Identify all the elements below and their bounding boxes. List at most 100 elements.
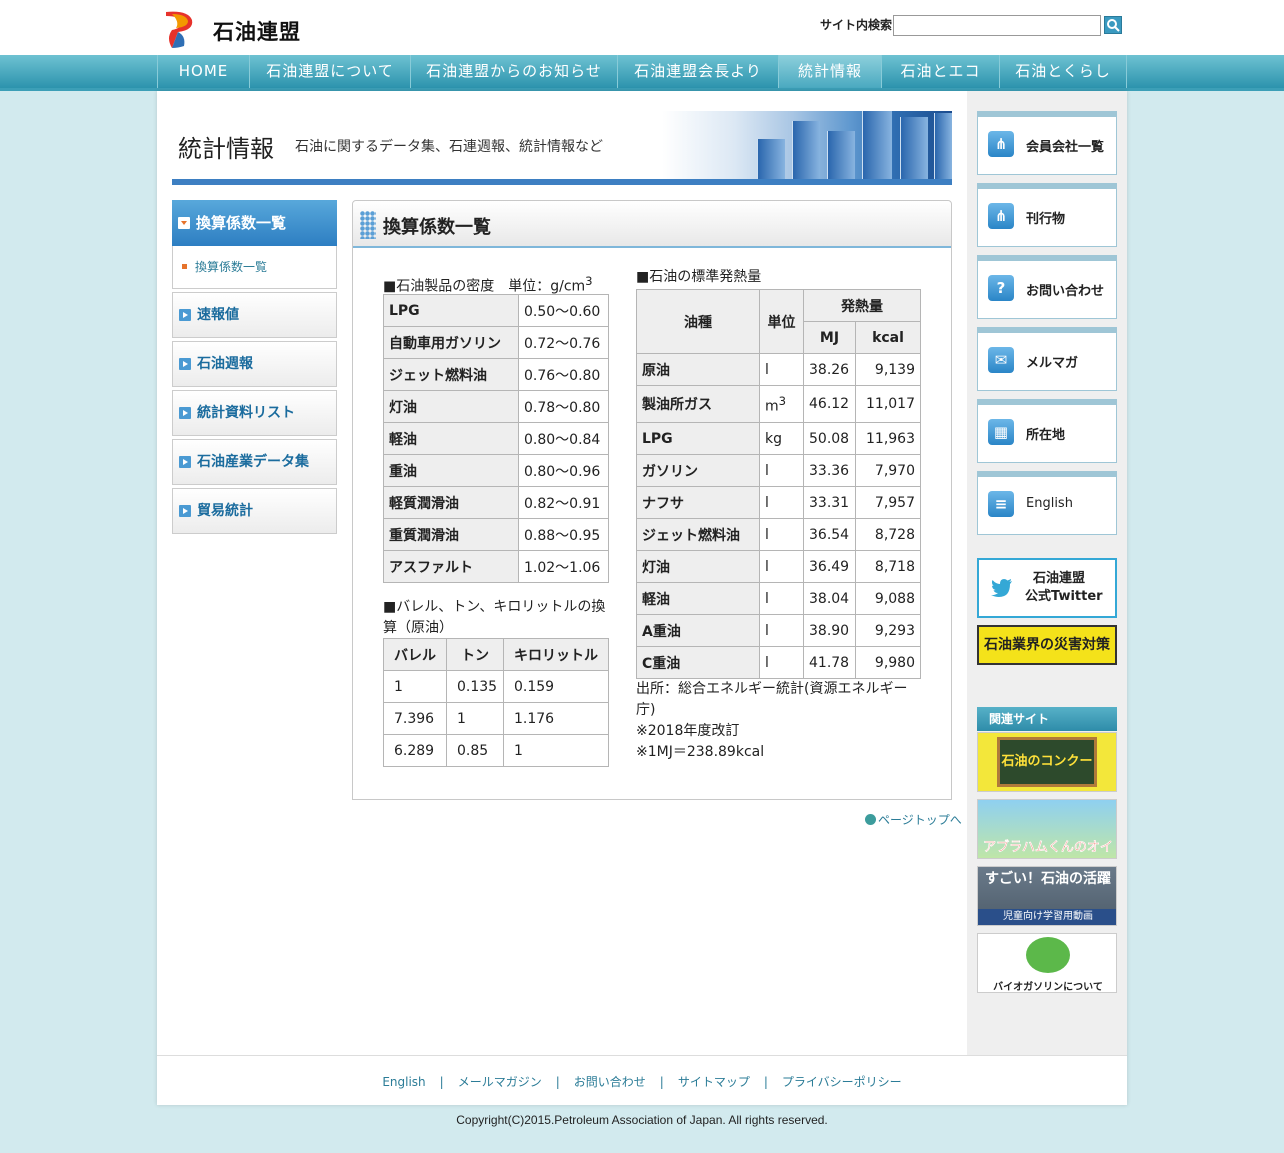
arrow-right-icon (179, 358, 191, 370)
table-cell: l (759, 486, 804, 519)
table-cell: 1 (383, 670, 447, 703)
table-cell: l (759, 614, 804, 647)
table-cell: 11,963 (855, 422, 921, 455)
lnav-item-weekly[interactable]: 石油週報 (172, 341, 337, 387)
footer-link-privacy[interactable]: プライバシーポリシー (782, 1075, 902, 1089)
rbox-location[interactable]: ▦ 所在地 (977, 399, 1117, 463)
table-cell: 軽油 (383, 422, 519, 455)
table-cell: 灯油 (636, 550, 760, 583)
gnav-news[interactable]: 石油連盟からのお知らせ (411, 55, 618, 88)
arrow-right-icon (179, 407, 191, 419)
table-header: 発熱量 (803, 289, 921, 322)
lnav-item-list[interactable]: 統計資料リスト (172, 390, 337, 436)
table-cell: 33.31 (803, 486, 856, 519)
share-icon: ⋔ (988, 131, 1014, 157)
related-video-banner[interactable]: すごい！石油の活躍 児童向け学習用動画 (977, 866, 1117, 926)
table-cell: 7.396 (383, 702, 447, 735)
related-biogasoline-banner[interactable]: バイオガソリンについて (977, 933, 1117, 993)
table-cell: l (759, 550, 804, 583)
table-cell: C重油 (636, 646, 760, 679)
gnav-life[interactable]: 石油とくらし (1000, 55, 1127, 88)
gnav-statistics[interactable]: 統計情報 (779, 55, 882, 88)
twitter-banner[interactable]: 石油連盟 公式Twitter (977, 558, 1117, 618)
footer-link-contact[interactable]: お問い合わせ (574, 1075, 646, 1089)
lnav-item-flash[interactable]: 速報値 (172, 292, 337, 338)
related-contest-banner[interactable]: 石油のコンクール (977, 732, 1117, 792)
table-header: MJ (803, 321, 856, 354)
table-header: 油種 (636, 289, 760, 354)
table-header: バレル (383, 638, 447, 671)
search-input[interactable] (893, 15, 1101, 36)
table-header: キロリットル (503, 638, 609, 671)
disaster-banner[interactable]: 石油業界の災害対策 (977, 625, 1117, 665)
gnav-home[interactable]: HOME (158, 55, 250, 88)
footer-link-mailmag[interactable]: メールマガジン (458, 1075, 542, 1089)
barrel-caption: ■バレル、トン、キロリットルの換算（原油） (383, 599, 606, 636)
biogasoline-label: バイオガソリンについて (993, 982, 1103, 993)
related-oilworld-banner[interactable]: アブラハムくんのオイルワールド (977, 799, 1117, 859)
table-cell: 6.289 (383, 734, 447, 767)
table-cell: 自動車用ガソリン (383, 326, 519, 359)
lnav-current[interactable]: 換算係数一覧 (172, 200, 337, 246)
note-revision: ※2018年度改訂 (636, 723, 740, 739)
density-table: LPG 0.50～0.60 自動車用ガソリン 0.72～0.76 ジェット燃料油 0.… (383, 294, 609, 583)
page-subtitle: 石油に関するデータ集、石連週報、統計情報など (295, 139, 603, 155)
table-row: 製油所ガス m3 46.12 11,017 (636, 385, 921, 423)
table-row: LPG kg 50.08 11,963 (636, 422, 921, 455)
table-cell: 0.80～0.96 (518, 454, 609, 487)
table-row: アスファルト 1.02～1.06 (383, 550, 609, 583)
table-row: 1 0.135 0.159 (383, 670, 609, 703)
rbox-publications[interactable]: ⋔ 刊行物 (977, 183, 1117, 247)
table-cell: 11,017 (855, 385, 921, 423)
table-cell: A重油 (636, 614, 760, 647)
table-cell: 0.76～0.80 (518, 358, 609, 391)
table-cell: ジェット燃料油 (383, 358, 519, 391)
table-row: 7.396 1 1.176 (383, 702, 609, 735)
table-cell: 軽質潤滑油 (383, 486, 519, 519)
pagetop-link[interactable]: ページトップへ (865, 811, 962, 828)
chevron-down-icon (178, 217, 190, 229)
lnav-item-label: 石油週報 (197, 356, 253, 372)
rbox-label: 会員会社一覧 (1026, 140, 1105, 155)
table-cell: 1 (446, 702, 504, 735)
copyright: Copyright(C)2015.Petroleum Association o… (456, 1113, 828, 1127)
oilworld-label: アブラハムくんのオイルワールド (983, 840, 1113, 855)
table-cell: 0.72～0.76 (518, 326, 609, 359)
rbox-contact[interactable]: ? お問い合わせ (977, 255, 1117, 319)
footer-separator: | (555, 1075, 560, 1089)
table-cell: 0.159 (503, 670, 609, 703)
search-button[interactable] (1104, 16, 1122, 34)
table-cell: 重油 (383, 454, 519, 487)
local-nav: 換算係数一覧 換算係数一覧 速報値 石油週報 統計資料リスト 石油産業データ集 … (172, 200, 337, 534)
gnav-eco[interactable]: 石油とエコ (882, 55, 1000, 88)
rbox-english[interactable]: ≡ English (977, 471, 1117, 535)
building-icon: ▦ (988, 419, 1014, 445)
gnav-chairman[interactable]: 石油連盟会長より (618, 55, 779, 88)
table-cell: 原油 (636, 353, 760, 386)
rbox-members[interactable]: ⋔ 会員会社一覧 (977, 111, 1117, 175)
table-cell: 33.36 (803, 454, 856, 487)
lnav-sub-item[interactable]: 換算係数一覧 (172, 246, 337, 289)
table-cell: 0.80～0.84 (518, 422, 609, 455)
table-cell: 9,293 (855, 614, 921, 647)
mail-icon: ✉ (988, 347, 1014, 373)
rbox-label: 刊行物 (1026, 212, 1066, 227)
table-cell: ガソリン (636, 454, 760, 487)
lnav-item-data[interactable]: 石油産業データ集 (172, 439, 337, 485)
rbox-mailmag[interactable]: ✉ メルマガ (977, 327, 1117, 391)
content-title: 換算係数一覧 (383, 217, 491, 238)
footer-link-english[interactable]: English (382, 1075, 425, 1089)
lnav-item-trade[interactable]: 貿易統計 (172, 488, 337, 534)
heat-caption: ■石油の標準発熱量 (636, 269, 762, 285)
gnav-about[interactable]: 石油連盟について (250, 55, 411, 88)
dots-icon (360, 211, 376, 239)
table-cell: LPG (383, 294, 519, 327)
table-cell: l (759, 353, 804, 386)
unit-text: m (765, 398, 779, 415)
table-row: 重油 0.80～0.96 (383, 454, 609, 487)
table-row: ジェット燃料油 0.76～0.80 (383, 358, 609, 391)
table-cell: ナフサ (636, 486, 760, 519)
footer-link-sitemap[interactable]: サイトマップ (678, 1075, 750, 1089)
table-cell: 9,139 (855, 353, 921, 386)
share-icon: ⋔ (988, 203, 1014, 229)
